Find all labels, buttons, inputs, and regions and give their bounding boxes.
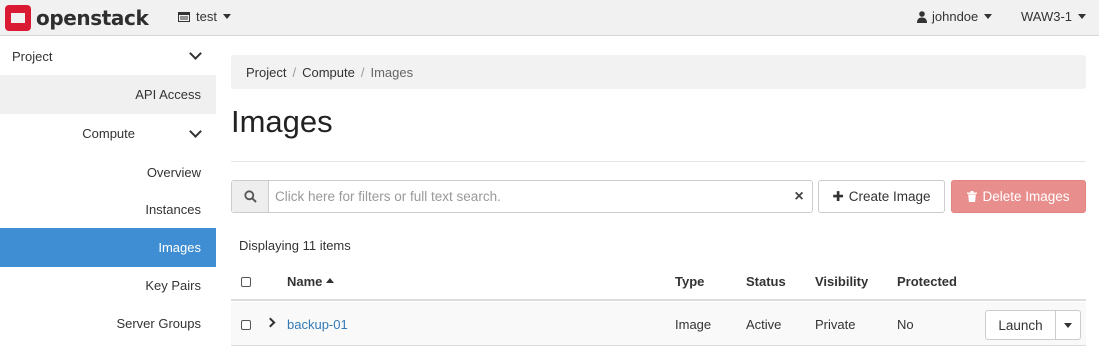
project-icon [178, 11, 190, 22]
breadcrumb-images: Images [370, 64, 414, 80]
item-count: Displaying 11 items [239, 238, 351, 253]
search-bar: × [231, 180, 813, 213]
sidebar-item-label: Compute [82, 126, 135, 141]
column-protected-header[interactable]: Protected [897, 274, 957, 289]
chevron-right-icon[interactable] [265, 317, 276, 328]
image-type: Image [675, 317, 712, 332]
divider [231, 161, 1086, 162]
sidebar-item-images[interactable]: Images [0, 228, 216, 267]
table-header: Name Type Status Visibility Protected [231, 263, 1086, 301]
breadcrumb-project[interactable]: Project [246, 65, 286, 80]
close-icon[interactable]: × [786, 181, 812, 212]
breadcrumb-separator: / [360, 64, 365, 80]
sidebar-item-compute[interactable]: Compute [0, 114, 216, 153]
breadcrumb-compute[interactable]: Compute [302, 65, 355, 80]
launch-button-group: Launch [985, 310, 1081, 340]
sidebar-item-label: API Access [135, 87, 201, 102]
sidebar-item-instances[interactable]: Instances [0, 191, 216, 228]
chevron-down-icon [1078, 14, 1087, 19]
sidebar: Project API Access Compute Overview Inst… [0, 37, 216, 346]
chevron-down-icon [984, 14, 993, 19]
create-image-button[interactable]: ✚ Create Image [818, 180, 945, 213]
search-input[interactable] [269, 181, 786, 212]
openstack-logo-icon [5, 5, 31, 31]
chevron-down-icon [189, 47, 202, 60]
chevron-down-icon [189, 124, 202, 138]
image-name-link[interactable]: backup-01 [287, 317, 348, 332]
column-status-header[interactable]: Status [746, 274, 786, 289]
sidebar-item-label: Images [158, 240, 201, 255]
trash-icon [967, 191, 978, 202]
column-visibility-header[interactable]: Visibility [815, 274, 868, 289]
region-menu[interactable]: WAW3-1 [1021, 9, 1087, 24]
search-icon-addon[interactable] [232, 181, 269, 212]
sidebar-item-label: Key Pairs [145, 278, 201, 293]
page-title: Images [231, 104, 333, 139]
username: johndoe [932, 9, 979, 24]
sidebar-item-api-access[interactable]: API Access [0, 75, 216, 114]
search-icon [243, 190, 257, 203]
column-name-header[interactable]: Name [287, 274, 335, 289]
region-name: WAW3-1 [1021, 9, 1073, 24]
create-image-label: Create Image [848, 189, 931, 204]
column-type-header[interactable]: Type [675, 274, 704, 289]
image-protected: No [897, 317, 914, 332]
delete-images-label: Delete Images [982, 189, 1070, 204]
sidebar-item-label: Overview [146, 164, 201, 180]
chevron-down-icon [222, 14, 231, 19]
image-status: Active [746, 317, 782, 332]
image-visibility: Private [815, 317, 856, 332]
openstack-logo[interactable]: openstack [4, 4, 149, 32]
table-row: backup-01 Image Active Private No Launch [231, 302, 1086, 346]
column-label: Name [287, 274, 323, 289]
launch-dropdown-toggle[interactable] [1056, 310, 1081, 340]
sidebar-item-overview[interactable]: Overview [0, 153, 216, 191]
sidebar-item-key-pairs[interactable]: Key Pairs [0, 267, 216, 304]
sort-asc-icon [326, 278, 335, 283]
user-menu[interactable]: johndoe [917, 9, 993, 24]
launch-button[interactable]: Launch [985, 310, 1056, 340]
sidebar-item-label: Project [12, 48, 53, 64]
sidebar-item-server-groups[interactable]: Server Groups [0, 304, 216, 342]
select-all-checkbox[interactable] [241, 277, 251, 287]
chevron-down-icon [1064, 322, 1072, 328]
row-checkbox[interactable] [241, 320, 251, 330]
sidebar-item-label: Instances [145, 202, 201, 217]
breadcrumb-separator: / [292, 64, 297, 80]
plus-icon: ✚ [832, 188, 844, 204]
brand-name: openstack [36, 6, 149, 30]
top-navbar: openstack test johndoe WAW3-1 [0, 0, 1099, 36]
user-icon [917, 10, 927, 23]
delete-images-button[interactable]: Delete Images [951, 180, 1086, 213]
sidebar-item-project[interactable]: Project [0, 37, 216, 75]
project-name: test [196, 9, 217, 24]
sidebar-item-label: Server Groups [116, 315, 201, 331]
project-switcher[interactable]: test [178, 9, 231, 24]
breadcrumb: Project / Compute / Images [231, 55, 1086, 89]
